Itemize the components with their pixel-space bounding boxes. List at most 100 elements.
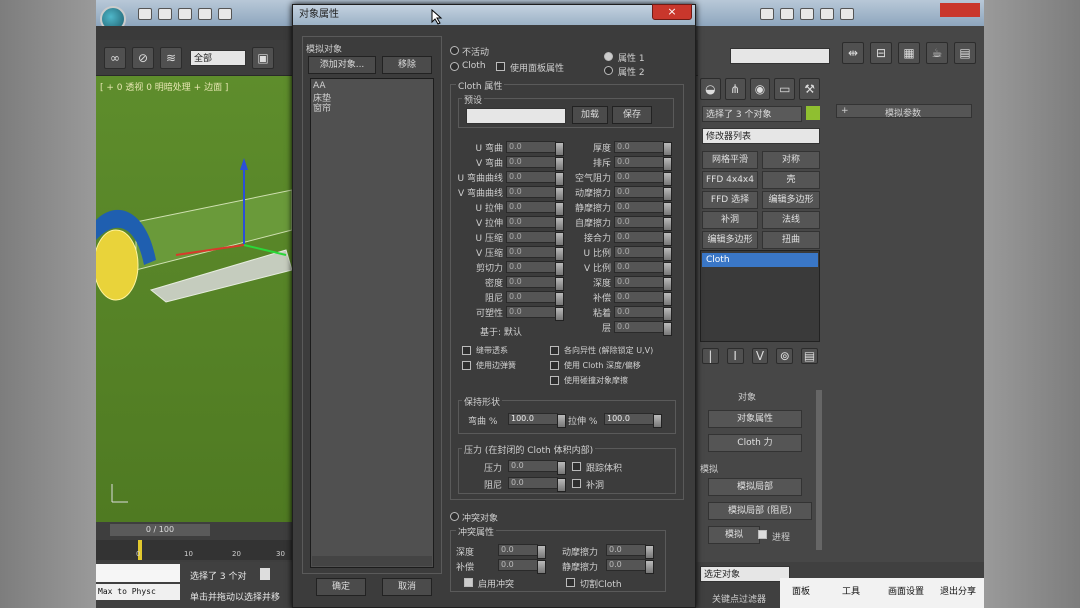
gizmo-y-axis[interactable] [243,244,287,256]
param-spinner[interactable]: 0.0 [614,186,672,201]
param-spinner[interactable]: 0.0 [614,246,672,261]
undo-icon[interactable] [198,8,212,20]
cut-cloth-checkbox[interactable] [566,578,575,587]
mod-button-5[interactable]: FFD 选择 [702,191,758,209]
use-collider-friction-checkbox[interactable] [550,376,559,385]
param-spinner[interactable]: 0.0 [506,201,564,216]
sim-objects-list[interactable] [310,78,434,568]
load-preset-button[interactable]: 加载 [572,106,608,124]
app-close-button[interactable] [940,3,980,17]
mod-button-4[interactable]: 壳 [762,171,820,189]
time-slider[interactable]: 0 / 100 [110,524,210,536]
star-icon[interactable] [820,8,834,20]
pin-stack-icon[interactable]: | [702,348,719,364]
param-spinner[interactable]: 0.0 [614,231,672,246]
add-objects-button[interactable]: 添加对象... [308,56,376,74]
taskbar-exit-share[interactable]: 退出分享 [940,584,976,597]
collision-dyn-friction-spinner[interactable]: 0.0 [606,544,654,559]
preset-dropdown[interactable] [466,108,566,124]
modify-tab-icon[interactable]: ◒ [700,78,721,100]
key-filter-label[interactable]: 关键点过滤器 [712,592,766,605]
param-spinner[interactable]: 0.0 [506,171,564,186]
param-spinner[interactable]: 0.0 [506,291,564,306]
cap-holes-checkbox[interactable] [572,479,581,488]
mod-button-6[interactable]: 编辑多边形 [762,191,820,209]
layer-icon[interactable]: ▦ [898,42,920,64]
param-spinner[interactable]: 0.0 [614,261,672,276]
bind-spacewarp-icon[interactable]: ≋ [160,47,182,69]
render-setup-icon[interactable]: ☕ [926,42,948,64]
motion-tab-icon[interactable]: ◉ [749,78,771,100]
pressure-damping-spinner[interactable]: 0.0 [508,477,566,492]
show-end-result-icon[interactable]: I [726,348,744,364]
cloth-force-button[interactable]: Cloth 力 [708,434,802,452]
param-spinner[interactable]: 0.0 [506,156,564,171]
param-spinner[interactable]: 0.0 [614,276,672,291]
link-icon[interactable]: ∞ [104,47,126,69]
param-spinner[interactable]: 0.0 [506,261,564,276]
collision-offset-spinner[interactable]: 0.0 [498,559,546,574]
select-object-icon[interactable]: ▣ [252,47,274,69]
mod-button-9[interactable]: 编辑多边形 [702,231,758,249]
display-tab-icon[interactable]: ▭ [774,78,796,100]
param-spinner[interactable]: 0.0 [506,306,564,321]
listener-pane[interactable] [96,564,180,582]
radio-inactive[interactable] [450,46,459,55]
viewport-label[interactable]: [ + 0 透视 0 明暗处理 + 边面 ] [100,80,228,93]
remove-modifier-icon[interactable]: ⊚ [776,348,794,364]
sim-params-rollout-header[interactable]: + 模拟参数 [836,104,972,119]
use-edge-springs-checkbox[interactable] [462,361,471,370]
enable-collisions-checkbox[interactable] [464,578,473,587]
object-properties-button[interactable]: 对象属性 [708,410,802,428]
taskbar-tools[interactable]: 工具 [842,584,860,597]
wrench-icon[interactable] [780,8,794,20]
mod-button-3[interactable]: FFD 4x4x4 [702,171,758,189]
ok-button[interactable]: 确定 [316,578,366,596]
save-file-icon[interactable] [178,8,192,20]
mod-button-8[interactable]: 法线 [762,211,820,229]
param-spinner[interactable]: 0.0 [506,276,564,291]
simulate-button[interactable]: 模拟 [708,526,760,544]
object-name-field[interactable]: 选择了 3 个对象 [702,106,802,122]
param-spinner[interactable]: 0.0 [506,141,564,156]
use-panel-props-checkbox[interactable] [496,62,505,71]
dialog-close-button[interactable]: × [652,4,692,20]
make-unique-icon[interactable]: V [751,348,769,364]
selected-object-dropdown[interactable]: 选定对象 [700,566,790,582]
param-spinner[interactable]: 0.0 [614,171,672,186]
radio-property2[interactable] [604,66,613,75]
radio-collision-object[interactable] [450,512,459,521]
save-preset-button[interactable]: 保存 [612,106,652,124]
param-spinner[interactable]: 0.0 [614,156,672,171]
pressure-spinner[interactable]: 0.0 [508,460,566,475]
radio-property1[interactable] [604,52,613,61]
mod-button-2[interactable]: 对称 [762,151,820,169]
selection-filter-dropdown[interactable]: 全部 [190,50,246,66]
stretch-pct-spinner[interactable]: 100.0 [604,413,662,428]
progress-checkbox[interactable] [758,530,767,539]
command-panel-scrollbar[interactable] [816,390,822,550]
edge-springs-checkbox[interactable] [462,346,471,355]
utilities-tab-icon[interactable]: ⚒ [799,78,820,100]
new-file-icon[interactable] [138,8,152,20]
bend-pct-spinner[interactable]: 100.0 [508,413,566,428]
simulate-local-damped-button[interactable]: 模拟局部 (阻尼) [708,502,812,520]
lock-icon[interactable] [260,568,270,580]
taskbar-screen-settings[interactable]: 画面设置 [888,584,924,597]
mod-button-1[interactable]: 网格平滑 [702,151,758,169]
remove-button[interactable]: 移除 [382,56,432,74]
param-spinner[interactable]: 0.0 [614,306,672,321]
align-icon[interactable]: ⊟ [870,42,892,64]
unlink-icon[interactable]: ⊘ [132,47,154,69]
simulate-local-button[interactable]: 模拟局部 [708,478,802,496]
param-spinner[interactable]: 0.0 [506,216,564,231]
param-spinner[interactable]: 0.0 [614,291,672,306]
hierarchy-tab-icon[interactable]: ⋔ [724,78,746,100]
binoculars-icon[interactable] [760,8,774,20]
radio-cloth[interactable] [450,62,459,71]
taskbar-panel[interactable]: 面板 [792,584,810,597]
named-selection-dropdown[interactable] [730,48,830,64]
param-spinner[interactable]: 0.0 [614,141,672,156]
collision-depth-spinner[interactable]: 0.0 [498,544,546,559]
maxscript-mini-listener[interactable]: Max to Physc [96,584,180,600]
